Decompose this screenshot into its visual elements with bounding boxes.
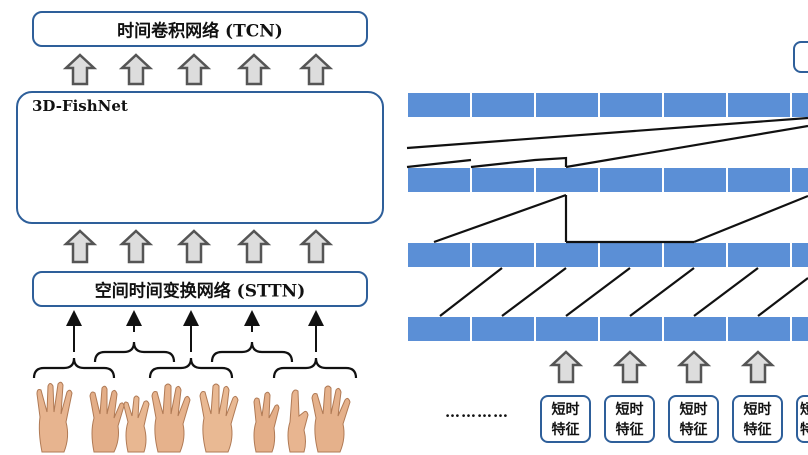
short-term-feature-box: 短时 特征: [732, 395, 783, 443]
hand-image: [199, 383, 239, 453]
edge-partial-box: [793, 41, 808, 73]
up-arrow-icon: [298, 53, 334, 86]
brace: [32, 357, 116, 379]
sttn-module-box: 空间时间变换网络 (STTN): [32, 271, 368, 307]
hand-to-sttn-arrows: [66, 310, 324, 352]
up-arrow-icon: [548, 350, 584, 384]
brace: [148, 357, 234, 379]
dilation-lines: [406, 116, 808, 317]
hand-image: [151, 383, 191, 453]
sequence-row: [406, 91, 808, 119]
feature-line1: 短时: [615, 402, 644, 418]
feature-line2: 特征: [615, 422, 644, 438]
hand-image: [36, 381, 73, 453]
hand-image: [123, 395, 150, 453]
feature-line1: 短时: [679, 402, 708, 418]
up-arrow-icon: [118, 229, 154, 264]
up-arrow-icon: [176, 229, 212, 264]
hand-image: [89, 385, 125, 453]
up-arrow-icon: [236, 53, 272, 86]
brace: [93, 341, 176, 363]
tcn-module-box: 时间卷积网络 (TCN): [32, 11, 368, 47]
fishnet-module-title: 3D-FishNet: [32, 97, 128, 115]
up-arrows-right: [548, 350, 776, 384]
up-arrow-icon: [612, 350, 648, 384]
sequence-row: [406, 166, 808, 194]
sttn-module-label: 空间时间变换网络 (STTN): [94, 281, 306, 302]
feature-line2: 特征: [679, 422, 708, 438]
short-term-feature-box-partial: 短 特: [796, 395, 808, 443]
up-arrow-icon: [118, 53, 154, 86]
up-arrow-icon: [176, 53, 212, 86]
feature-line2: 特征: [551, 422, 580, 438]
short-term-feature-box: 短时 特征: [668, 395, 719, 443]
diagram-canvas: [32, 53, 808, 453]
ellipsis-text: …………: [445, 403, 509, 421]
hand-image: [311, 385, 351, 453]
tcn-module-label: 时间卷积网络 (TCN): [117, 21, 283, 42]
feature-line1: 短时: [743, 402, 772, 418]
up-arrow-icon: [740, 350, 776, 384]
brace: [272, 357, 358, 379]
up-arrow-icon: [62, 229, 98, 264]
short-term-feature-box: 短时 特征: [604, 395, 655, 443]
up-arrow-icon: [236, 229, 272, 264]
hand-image: [287, 389, 309, 453]
feature-line2: 特: [800, 420, 808, 440]
sequence-row: [406, 315, 808, 343]
up-arrows-top: [62, 53, 334, 86]
hand-images: [36, 381, 351, 453]
up-arrow-icon: [298, 229, 334, 264]
up-arrows-middle: [62, 229, 334, 264]
up-arrow-icon: [62, 53, 98, 86]
fishnet-module-box: 3D-FishNet: [16, 91, 384, 224]
short-term-feature-box: 短时 特征: [540, 395, 591, 443]
frame-braces: [32, 341, 358, 379]
sequence-row: [406, 241, 808, 269]
hand-image: [253, 391, 280, 453]
feature-line1: 短: [800, 400, 808, 420]
sequence-rows: [406, 91, 808, 343]
feature-line1: 短时: [551, 402, 580, 418]
up-arrow-icon: [676, 350, 712, 384]
brace: [210, 341, 294, 363]
feature-line2: 特征: [743, 422, 772, 438]
